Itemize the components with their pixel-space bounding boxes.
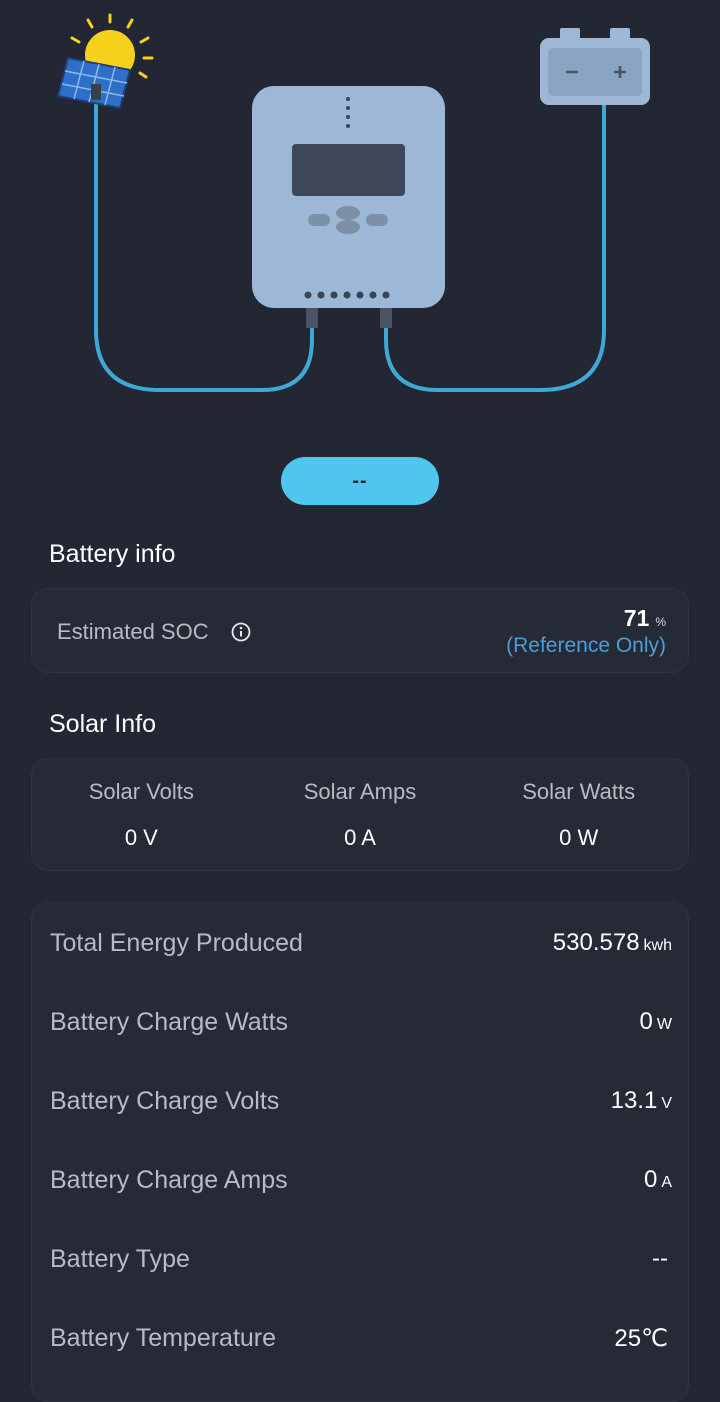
- soc-label: Estimated SOC: [57, 619, 209, 644]
- metric-unit: V: [661, 1095, 672, 1112]
- metric-value: 13.1: [610, 1087, 658, 1114]
- soc-unit: %: [655, 615, 666, 629]
- metric-label: Total Energy Produced: [50, 928, 303, 957]
- solar-watts-label: Solar Watts: [522, 779, 636, 804]
- metric-label: Battery Charge Watts: [50, 1007, 289, 1036]
- soc-card: Estimated SOC 71% (Reference Only): [31, 588, 689, 673]
- soc-reference-note: (Reference Only): [506, 634, 666, 657]
- solar-volts-value: 0 V: [124, 825, 158, 850]
- status-pill[interactable]: --: [281, 457, 439, 505]
- metric-unit: kwh: [643, 937, 672, 954]
- metric-battery-temperature: Battery Temperature 25℃: [50, 1318, 672, 1358]
- battery-icon: [540, 28, 650, 105]
- metric-value: --: [652, 1245, 668, 1272]
- soc-label-row: Estimated SOC: [57, 619, 251, 645]
- metric-total-energy: Total Energy Produced 530.578 kwh: [50, 923, 672, 963]
- metric-value-group: 25℃: [614, 1324, 672, 1353]
- solar-amps-label: Solar Amps: [303, 779, 417, 804]
- solar-amps: Solar Amps 0 A: [251, 759, 470, 870]
- metric-battery-type: Battery Type --: [50, 1239, 672, 1279]
- solar-amps-value: 0 A: [344, 825, 376, 850]
- metric-unit: W: [656, 1016, 672, 1033]
- metric-unit: A: [661, 1174, 672, 1191]
- system-diagram: [56, 13, 650, 392]
- solar-volts: Solar Volts 0 V: [32, 759, 251, 870]
- metric-label: Battery Charge Amps: [50, 1165, 288, 1194]
- metric-value-group: 13.1 V: [611, 1087, 672, 1115]
- metric-label: Battery Temperature: [50, 1323, 277, 1352]
- metric-value: 0: [639, 1008, 653, 1035]
- metric-label: Battery Type: [50, 1244, 190, 1273]
- soc-value: 71: [623, 605, 650, 631]
- solar-volts-label: Solar Volts: [88, 779, 194, 804]
- metric-label: Battery Charge Volts: [50, 1086, 280, 1115]
- metric-value: 25℃: [614, 1324, 668, 1352]
- metric-value: 530.578: [552, 929, 640, 956]
- metric-value-group: --: [652, 1245, 672, 1273]
- charge-controller-icon: [252, 86, 445, 328]
- metric-charge-watts: Battery Charge Watts 0W: [50, 1002, 672, 1042]
- solar-card: Solar Volts 0 V Solar Amps 0 A Solar Wat…: [31, 758, 689, 871]
- metric-charge-amps: Battery Charge Amps 0A: [50, 1160, 672, 1200]
- metrics-card: Total Energy Produced 530.578 kwh Battery…: [31, 902, 689, 1402]
- metric-value: 0: [643, 1166, 658, 1193]
- soc-value-block: 71% (Reference Only): [506, 605, 666, 658]
- solar-watts-value: 0 W: [559, 825, 599, 850]
- metric-value-group: 0W: [640, 1008, 672, 1036]
- metric-charge-volts: Battery Charge Volts 13.1 V: [50, 1081, 672, 1121]
- metric-value-group: 0A: [644, 1166, 672, 1194]
- solar-watts: Solar Watts 0 W: [469, 759, 688, 870]
- metric-value-group: 530.578 kwh: [553, 929, 672, 957]
- solar-info-title: Solar Info: [49, 710, 157, 738]
- battery-info-title: Battery info: [49, 540, 176, 568]
- info-icon[interactable]: [231, 622, 251, 642]
